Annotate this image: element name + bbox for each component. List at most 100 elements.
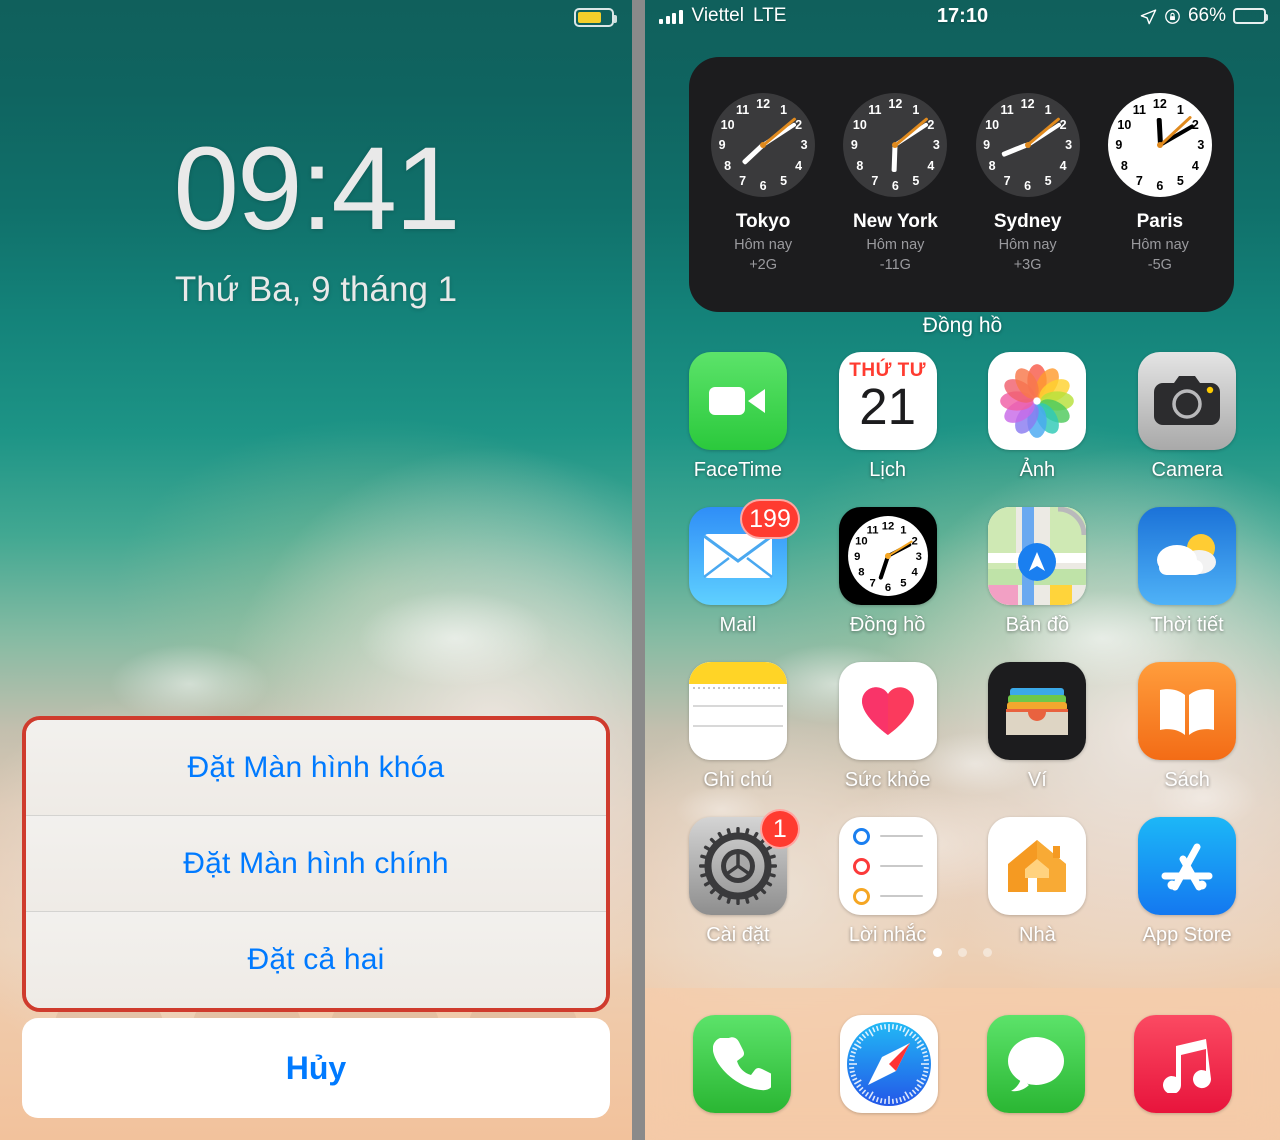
music-icon[interactable]: [1133, 1015, 1232, 1113]
app-photos[interactable]: Ảnh: [963, 352, 1113, 482]
health-icon[interactable]: [838, 662, 937, 760]
maps-icon[interactable]: [988, 507, 1087, 605]
clock-numeral: 11: [1000, 102, 1014, 117]
page-dot[interactable]: [958, 948, 967, 957]
status-bar-left: Viettel LTE: [659, 5, 937, 27]
set-home-screen-button[interactable]: Đặt Màn hình chính: [26, 816, 606, 912]
cancel-button[interactable]: Hủy: [22, 1018, 610, 1118]
app-mail[interactable]: Mail 199: [663, 499, 813, 637]
app-label: Nhà: [1019, 924, 1056, 946]
app-appstore[interactable]: App Store: [1112, 817, 1262, 947]
notes-icon[interactable]: [688, 662, 787, 760]
app-clock[interactable]: 12 1 2 3 4 5 6 7 8 9 10 11 Đồng hồ: [813, 507, 963, 637]
phone-icon[interactable]: [693, 1015, 792, 1113]
clock-face: 12 1 2 3 4 5 6 7 8 9 10 11: [975, 93, 1080, 198]
widget-label: Đồng hồ: [922, 314, 1003, 337]
reminder-row: [852, 827, 923, 845]
rotation-lock-icon: [1165, 8, 1180, 24]
svg-text:4: 4: [911, 566, 918, 578]
app-facetime[interactable]: FaceTime: [663, 352, 813, 482]
notification-badge: 199: [740, 499, 800, 539]
clock-numeral: 1: [780, 102, 788, 117]
app-settings[interactable]: Cài đặt 1: [663, 809, 813, 947]
lock-clock: 09:41 Thứ Ba, 9 tháng 1: [0, 130, 632, 310]
second-hand: [1026, 117, 1061, 147]
set-both-button[interactable]: Đặt cả hai: [26, 912, 606, 1008]
clock-offset-label: +3G: [1013, 257, 1042, 273]
reminders-icon[interactable]: [838, 817, 937, 915]
messages-icon[interactable]: [986, 1015, 1085, 1113]
home-icon[interactable]: [988, 817, 1087, 915]
dock-app-messages[interactable]: [986, 1015, 1085, 1113]
app-wallet[interactable]: Ví: [963, 662, 1113, 792]
app-health[interactable]: Sức khỏe: [813, 662, 963, 792]
app-weather[interactable]: Thời tiết: [1112, 507, 1262, 637]
page-dot[interactable]: [983, 948, 992, 957]
dock-app-safari[interactable]: [840, 1015, 939, 1113]
clock-day-label: Hôm nay: [998, 237, 1057, 254]
svg-text:7: 7: [869, 578, 875, 590]
calendar-icon[interactable]: THỨ TƯ 21: [838, 352, 937, 450]
clock-icon[interactable]: 12 1 2 3 4 5 6 7 8 9 10 11: [838, 507, 937, 605]
facetime-icon[interactable]: [688, 352, 787, 450]
app-home[interactable]: Nhà: [963, 817, 1113, 947]
location-arrow-icon: [1140, 8, 1157, 24]
wallet-icon[interactable]: [988, 662, 1087, 760]
clock-numeral: 7: [1003, 173, 1011, 188]
app-maps[interactable]: Bản đồ: [963, 507, 1113, 637]
clock-numeral: 6: [891, 179, 899, 194]
set-lock-screen-button[interactable]: Đặt Màn hình khóa: [26, 720, 606, 816]
reminder-bullet: [852, 857, 870, 875]
clock-numeral: 8: [1120, 158, 1128, 173]
status-bar-right: 66%: [988, 5, 1268, 27]
appstore-icon[interactable]: [1138, 817, 1237, 915]
clock-numeral: 12: [888, 97, 903, 112]
clock-numeral: 3: [800, 138, 808, 153]
svg-text:1: 1: [900, 524, 906, 536]
clock-numeral: 7: [871, 173, 879, 188]
clock-offset-label: -11G: [879, 257, 911, 273]
app-label: Lịch: [869, 459, 906, 481]
clock-numeral: 4: [927, 158, 935, 173]
app-label: Sách: [1164, 769, 1210, 791]
reminder-line: [879, 864, 923, 868]
photos-icon[interactable]: [988, 352, 1087, 450]
carrier-label: Viettel: [691, 5, 744, 26]
clock-city-label: Sydney: [993, 211, 1062, 233]
screenshot-root: 09:41 Thứ Ba, 9 tháng 1 Đặt Màn hình khó…: [0, 0, 1280, 1140]
reminder-row: [852, 887, 923, 905]
page-dots[interactable]: [645, 948, 1280, 957]
books-icon[interactable]: [1138, 662, 1237, 760]
page-dot[interactable]: [933, 948, 942, 957]
app-label: Camera: [1151, 459, 1223, 481]
clock-numeral: 10: [1117, 117, 1132, 132]
app-reminders[interactable]: Lời nhắc: [813, 817, 963, 947]
safari-icon[interactable]: [840, 1015, 939, 1113]
app-label: Lời nhắc: [848, 924, 927, 946]
clock-city-label: Tokyo: [735, 211, 791, 233]
clock-numeral: 1: [1176, 102, 1184, 117]
camera-icon[interactable]: [1138, 352, 1237, 450]
weather-icon[interactable]: [1138, 507, 1237, 605]
app-camera[interactable]: Camera: [1112, 352, 1262, 482]
clock-numeral: 1: [912, 102, 920, 117]
svg-text:10: 10: [855, 536, 868, 548]
world-clock-paris: 12 1 2 3 4 5 6 7 8 9 10 11 Paris Hôm nay -5G: [1100, 93, 1220, 275]
app-label: Đồng hồ: [849, 614, 926, 636]
app-label: Sức khỏe: [844, 769, 931, 791]
lock-date: Thứ Ba, 9 tháng 1: [174, 270, 458, 309]
clock-numeral: 5: [912, 173, 920, 188]
clock-day-label: Hôm nay: [1130, 237, 1189, 254]
dock-app-music[interactable]: [1133, 1015, 1232, 1113]
clock-numeral: 7: [1135, 173, 1143, 188]
app-notes[interactable]: Ghi chú: [663, 662, 813, 792]
app-calendar[interactable]: THỨ TƯ 21 Lịch: [813, 352, 963, 482]
clock-city-label: New York: [852, 211, 938, 233]
dock-app-phone[interactable]: [693, 1015, 792, 1113]
clock-center-pin: [1024, 142, 1031, 149]
world-clock-sydney: 12 1 2 3 4 5 6 7 8 9 10 11 Sydney Hôm nay +3G: [968, 93, 1088, 275]
lock-status-bar: [0, 0, 632, 34]
world-clock-widget[interactable]: 12 1 2 3 4 5 6 7 8 9 10 11 Tokyo Hôm nay +2G 12 1 2 3 4 5…: [689, 57, 1234, 312]
app-books[interactable]: Sách: [1112, 662, 1262, 792]
clock-numeral: 12: [1020, 97, 1035, 112]
